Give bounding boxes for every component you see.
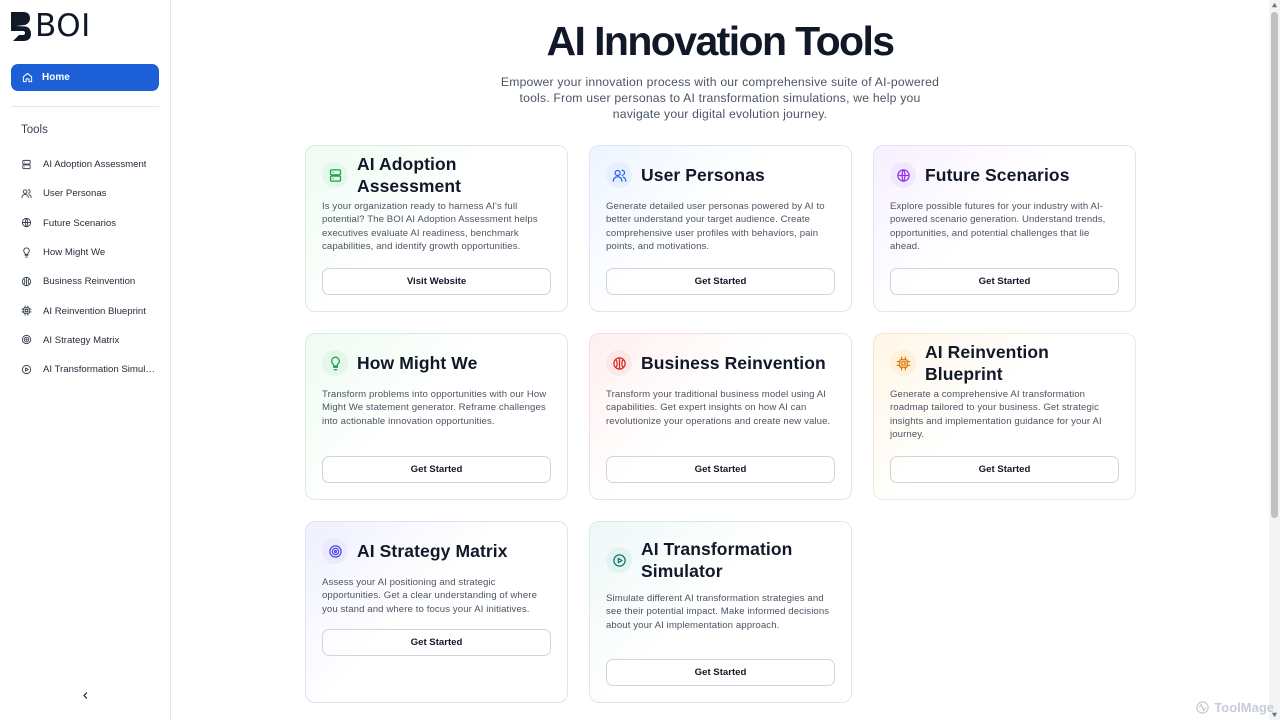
page-subtitle: Empower your innovation process with our… [500,75,940,121]
play-circle-icon [606,547,632,573]
card-title: User Personas [641,165,765,185]
sidebar-item-ai-reinvention-blueprint[interactable]: AI Reinvention Blueprint [21,296,155,325]
sidebar-item-ai-transformation-simulator[interactable]: AI Transformation Simulator [21,355,155,384]
home-nav-button[interactable]: Home [11,64,159,91]
get-started-button[interactable]: Get Started [890,268,1119,295]
card-description: Assess your AI positioning and strategic… [322,577,538,615]
page-title: AI Innovation Tools [546,18,896,64]
sidebar-item-label: AI Reinvention Blueprint [43,305,146,317]
globe-icon [21,217,33,229]
card-description: Simulate different AI transformation str… [606,593,830,631]
card-title: Business Reinvention [641,353,826,373]
home-nav-label: Home [42,72,70,83]
page-scrollbar[interactable] [1269,0,1280,720]
target-icon [21,334,33,346]
sidebar-item-label: AI Strategy Matrix [43,334,120,346]
brand-logo-mark [11,12,31,41]
get-started-button[interactable]: Get Started [322,456,551,483]
users-icon [606,162,632,188]
card-title: AI Strategy Matrix [357,541,508,561]
home-icon [22,72,33,83]
play-circle-icon [21,364,33,376]
sidebar-item-how-might-we[interactable]: How Might We [21,238,155,267]
target-icon [322,538,348,564]
sidebar-item-label: AI Adoption Assessment [43,159,147,171]
sidebar-item-label: Business Reinvention [43,276,136,288]
sidebar-item-user-personas[interactable]: User Personas [21,179,155,208]
card-description: Transform problems into opportunities wi… [322,389,547,427]
tool-card-ai-adoption-assessment: AI Adoption Assessment Is your organizat… [305,145,568,312]
get-started-button[interactable]: Get Started [890,456,1119,483]
sidebar-item-ai-strategy-matrix[interactable]: AI Strategy Matrix [21,326,155,355]
tool-card-ai-reinvention-blueprint: AI Reinvention Blueprint Generate a comp… [873,333,1136,500]
tool-card-future-scenarios: Future Scenarios Explore possible future… [873,145,1136,312]
brand-logo[interactable]: BOI [10,10,91,43]
sidebar-item-future-scenarios[interactable]: Future Scenarios [21,209,155,238]
watermark-text: ToolMage [1214,700,1274,715]
sidebar-item-business-reinvention[interactable]: Business Reinvention [21,267,155,296]
get-started-button[interactable]: Get Started [606,268,835,295]
get-started-button[interactable]: Get Started [606,456,835,483]
chip-icon [890,350,916,376]
sidebar-item-label: How Might We [43,247,106,259]
sidebar-divider [11,106,159,107]
tool-card-how-might-we: How Might We Transform problems into opp… [305,333,568,500]
tools-heading: Tools [21,124,48,136]
get-started-button[interactable]: Get Started [606,659,835,686]
sidebar: BOI Home Tools AI Adoption Assessment Us… [0,0,171,720]
chevron-left-icon [82,691,87,699]
card-title: AI Adoption Assessment [357,154,462,196]
card-description: Is your organization ready to harness AI… [322,201,538,253]
card-description: Generate a comprehensive AI transformati… [890,389,1102,441]
card-description: Transform your traditional business mode… [606,389,831,427]
globe-alt-icon [21,276,33,288]
sidebar-item-label: AI Transformation Simulator [43,364,155,376]
tool-card-ai-transformation-simulator: AI Transformation Simulator Simulate dif… [589,521,852,703]
watermark: ToolMage [1195,700,1274,715]
scrollbar-thumb[interactable] [1271,12,1278,518]
toolmage-logo-icon [1196,701,1210,714]
sidebar-item-label: Future Scenarios [43,217,117,229]
globe-icon [890,162,916,188]
tool-card-ai-strategy-matrix: AI Strategy Matrix Assess your AI positi… [305,521,568,703]
chip-icon [21,305,33,317]
tool-card-user-personas: User Personas Generate detailed user per… [589,145,852,312]
card-title: AI Transformation Simulator [641,539,793,581]
get-started-button[interactable]: Get Started [322,629,551,656]
collapse-sidebar-button[interactable] [78,688,92,702]
database-icon [21,159,33,171]
brand-name: BOI [35,8,91,44]
sidebar-item-ai-adoption-assessment[interactable]: AI Adoption Assessment [21,150,155,179]
card-title: Future Scenarios [925,165,1070,185]
card-title: AI Reinvention Blueprint [925,342,1049,384]
tools-nav: AI Adoption Assessment User Personas Fut… [21,150,155,384]
card-description: Generate detailed user personas powered … [606,201,825,253]
card-description: Explore possible futures for your indust… [890,201,1106,253]
card-title: How Might We [357,353,478,373]
users-icon [21,188,33,200]
lightbulb-icon [322,350,348,376]
sidebar-item-label: User Personas [43,188,107,200]
visit-website-button[interactable]: Visit Website [322,268,551,295]
scroll-up-arrow-icon[interactable] [1271,2,1278,9]
main-content: AI Innovation Tools Empower your innovat… [171,0,1269,720]
globe-alt-icon [606,350,632,376]
lightbulb-icon [21,246,33,259]
database-icon [322,162,348,188]
tool-card-business-reinvention: Business Reinvention Transform your trad… [589,333,852,500]
